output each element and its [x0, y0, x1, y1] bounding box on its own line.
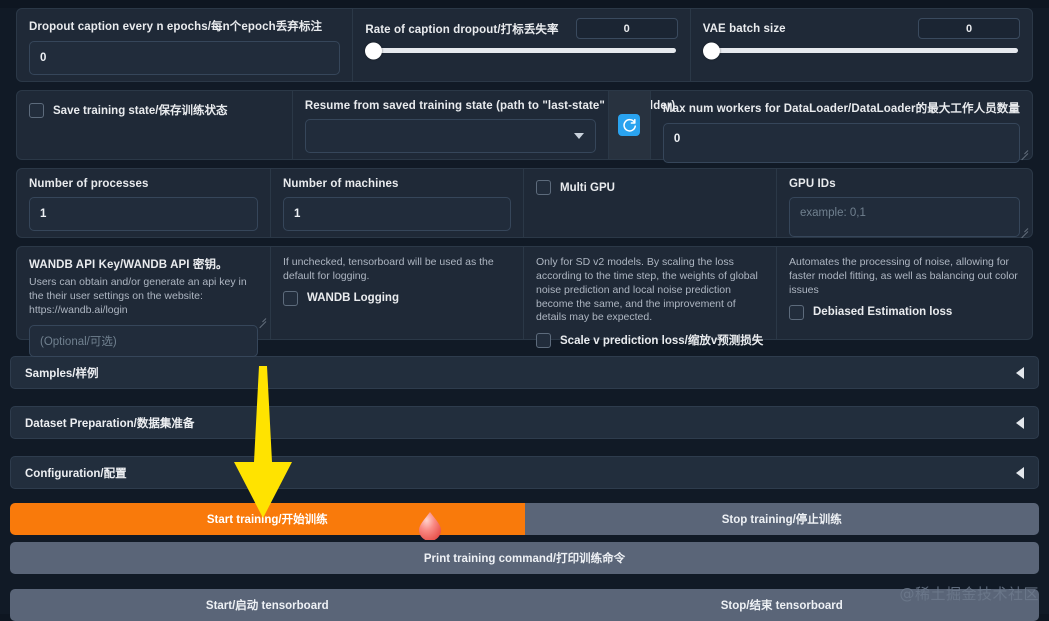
rate-caption-dropout-value[interactable]: 0 — [576, 18, 678, 39]
training-buttons-row: Start training/开始训练 Stop training/停止训练 — [10, 503, 1039, 535]
field-scale-v-prediction-loss: Only for SD v2 models. By scaling the lo… — [523, 247, 776, 339]
save-training-state-checkbox[interactable] — [29, 103, 44, 118]
scale-v-pred-label: Scale v prediction loss/缩放v预测损失 — [560, 332, 763, 348]
accordion-configuration[interactable]: Configuration/配置 — [10, 456, 1039, 489]
wandb-api-key-label: WANDB API Key/WANDB API 密钥。 — [29, 256, 258, 272]
field-rate-of-caption-dropout: Rate of caption dropout/打标丢失率 0 — [352, 9, 689, 81]
accordion-configuration-title: Configuration/配置 — [25, 465, 127, 481]
dropout-caption-input[interactable]: 0 — [29, 41, 340, 75]
chevron-down-icon[interactable] — [574, 133, 584, 139]
wandb-api-key-input[interactable]: (Optional/可选) — [29, 325, 258, 357]
max-workers-label: Max num workers for DataLoader/DataLoade… — [663, 100, 1020, 116]
wandb-logging-description: If unchecked, tensorboard will be used a… — [283, 256, 511, 284]
num-processes-input[interactable]: 1 — [29, 197, 258, 231]
start-tensorboard-button[interactable]: Start/启动 tensorboard — [10, 589, 525, 621]
refresh-icon[interactable] — [618, 114, 640, 136]
resume-state-label: Resume from saved training state (path t… — [305, 100, 596, 112]
field-number-of-processes: Number of processes 1 — [17, 169, 270, 237]
settings-row-resume-state: Save training state/保存训练状态 Resume from s… — [16, 90, 1033, 160]
settings-row-gpu: Number of processes 1 Number of machines… — [16, 168, 1033, 238]
accordion-samples-title: Samples/样例 — [25, 365, 99, 381]
accordion-dataset-preparation-title: Dataset Preparation/数据集准备 — [25, 415, 194, 431]
vae-batch-size-slider[interactable] — [705, 48, 1018, 53]
field-save-training-state: Save training state/保存训练状态 — [17, 91, 292, 159]
print-training-command-button[interactable]: Print training command/打印训练命令 — [10, 542, 1039, 574]
scale-v-pred-description: Only for SD v2 models. By scaling the lo… — [536, 256, 764, 325]
stop-tensorboard-button[interactable]: Stop/结束 tensorboard — [525, 589, 1040, 621]
vae-batch-size-header: VAE batch size 0 — [703, 18, 1020, 39]
wandb-api-key-description: Users can obtain and/or generate an api … — [29, 276, 258, 318]
settings-row-logging: WANDB API Key/WANDB API 密钥。 Users can ob… — [16, 246, 1033, 340]
multi-gpu-label: Multi GPU — [560, 182, 615, 194]
spacer — [0, 447, 1049, 456]
rate-caption-dropout-slider-thumb[interactable] — [365, 42, 382, 59]
collapse-caret-icon[interactable] — [1016, 417, 1024, 429]
field-wandb-api-key: WANDB API Key/WANDB API 密钥。 Users can ob… — [17, 247, 270, 339]
spacer — [0, 397, 1049, 406]
num-processes-label: Number of processes — [29, 178, 258, 190]
field-vae-batch-size: VAE batch size 0 — [690, 9, 1032, 81]
wandb-logging-checkbox[interactable] — [283, 291, 298, 306]
scale-v-pred-checkbox-row[interactable]: Scale v prediction loss/缩放v预测损失 — [536, 332, 764, 348]
rate-caption-dropout-slider[interactable] — [367, 48, 675, 53]
field-resume-from-saved-state: Resume from saved training state (path t… — [292, 91, 608, 159]
gpu-ids-input[interactable]: example: 0,1 — [789, 197, 1020, 237]
resume-state-dropdown-wrap — [305, 119, 596, 153]
num-machines-input[interactable]: 1 — [283, 197, 511, 231]
save-training-state-checkbox-row[interactable]: Save training state/保存训练状态 — [29, 102, 227, 118]
accordion-dataset-preparation[interactable]: Dataset Preparation/数据集准备 — [10, 406, 1039, 439]
resize-grip-icon — [1019, 225, 1028, 234]
scale-v-pred-checkbox[interactable] — [536, 333, 551, 348]
wandb-logging-checkbox-row[interactable]: WANDB Logging — [283, 291, 511, 306]
field-number-of-machines: Number of machines 1 — [270, 169, 523, 237]
app-root: Dropout caption every n epochs/每n个epoch丢… — [0, 8, 1049, 614]
resize-grip-icon — [257, 315, 266, 324]
spacer — [0, 581, 1049, 589]
num-machines-label: Number of machines — [283, 178, 511, 190]
vae-batch-size-value[interactable]: 0 — [918, 18, 1020, 39]
multi-gpu-checkbox-row[interactable]: Multi GPU — [536, 180, 764, 195]
debiased-estimation-checkbox[interactable] — [789, 305, 804, 320]
field-debiased-estimation-loss: Automates the processing of noise, allow… — [776, 247, 1032, 339]
resume-state-dropdown[interactable] — [305, 119, 596, 153]
rate-caption-dropout-label: Rate of caption dropout/打标丢失率 — [365, 21, 558, 37]
save-training-state-label: Save training state/保存训练状态 — [53, 102, 227, 118]
vae-batch-size-slider-thumb[interactable] — [703, 42, 720, 59]
vae-batch-size-label: VAE batch size — [703, 23, 786, 35]
collapse-caret-icon[interactable] — [1016, 367, 1024, 379]
collapse-caret-icon[interactable] — [1016, 467, 1024, 479]
gpu-ids-label: GPU IDs — [789, 178, 1020, 190]
stop-training-button[interactable]: Stop training/停止训练 — [525, 503, 1040, 535]
field-dropout-caption-every-n-epochs: Dropout caption every n epochs/每n个epoch丢… — [17, 9, 352, 81]
field-wandb-logging: If unchecked, tensorboard will be used a… — [270, 247, 523, 339]
debiased-estimation-checkbox-row[interactable]: Debiased Estimation loss — [789, 305, 1020, 320]
debiased-estimation-label: Debiased Estimation loss — [813, 306, 952, 318]
rate-caption-dropout-header: Rate of caption dropout/打标丢失率 0 — [365, 18, 677, 39]
wandb-logging-label: WANDB Logging — [307, 292, 399, 304]
resize-grip-icon — [1019, 147, 1028, 156]
accordion-samples[interactable]: Samples/样例 — [10, 356, 1039, 389]
settings-row-caption-dropout: Dropout caption every n epochs/每n个epoch丢… — [16, 8, 1033, 82]
field-gpu-ids: GPU IDs example: 0,1 — [776, 169, 1032, 237]
field-multi-gpu: Multi GPU — [523, 169, 776, 237]
max-workers-input[interactable]: 0 — [663, 123, 1020, 163]
start-training-button[interactable]: Start training/开始训练 — [10, 503, 525, 535]
refresh-state-list-cell — [608, 91, 650, 159]
print-command-row: Print training command/打印训练命令 — [10, 542, 1039, 574]
debiased-estimation-description: Automates the processing of noise, allow… — [789, 256, 1020, 298]
dropout-caption-label: Dropout caption every n epochs/每n个epoch丢… — [29, 18, 340, 34]
field-max-num-workers: Max num workers for DataLoader/DataLoade… — [650, 91, 1032, 159]
tensorboard-buttons-row: Start/启动 tensorboard Stop/结束 tensorboard — [10, 589, 1039, 621]
multi-gpu-checkbox[interactable] — [536, 180, 551, 195]
